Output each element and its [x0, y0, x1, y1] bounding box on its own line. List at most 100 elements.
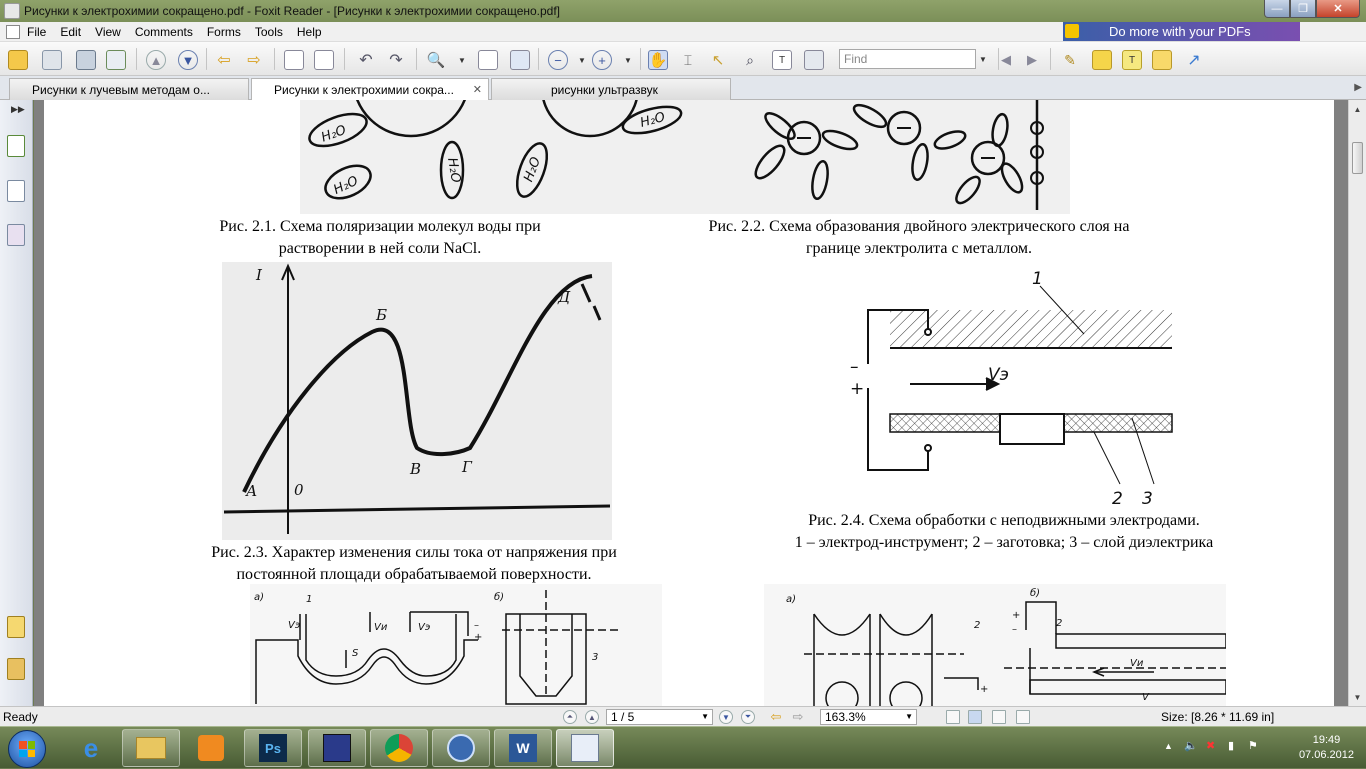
back-arrow-icon[interactable]: ⇦ — [214, 50, 234, 70]
layers-icon[interactable] — [7, 224, 25, 246]
document-viewport[interactable]: H₂O H₂O H₂O H₂O H₂O Рис. 2.1. Схема поля… — [34, 100, 1348, 706]
vertical-scrollbar[interactable]: ▲ ▼ — [1348, 100, 1366, 706]
pencil-icon[interactable]: ✎ — [1060, 50, 1080, 70]
point-b-label: Б — [375, 306, 387, 324]
menu-comments[interactable]: Comments — [128, 25, 200, 39]
menu-view[interactable]: View — [88, 25, 128, 39]
save-icon[interactable] — [42, 50, 62, 70]
next-page-icon[interactable]: ▼ — [719, 710, 733, 724]
foxit-reader-icon[interactable] — [556, 729, 614, 767]
zoom-dropdown-icon[interactable]: ▼ — [452, 50, 472, 70]
attachments-icon[interactable] — [7, 658, 25, 680]
pointer-icon[interactable]: ↖ — [708, 50, 728, 70]
clock[interactable]: 19:49 07.06.2012 — [1299, 733, 1354, 763]
bookmarks-icon[interactable] — [7, 135, 25, 157]
zoom-dropdown-icon[interactable]: ▼ — [905, 710, 913, 724]
menu-tools[interactable]: Tools — [248, 25, 290, 39]
page-number-input[interactable]: 1 / 5 ▼ — [606, 709, 713, 725]
start-button[interactable] — [8, 730, 46, 768]
internet-explorer-icon[interactable]: e — [62, 729, 120, 767]
promo-banner[interactable]: Do more with your PDFs — [1063, 22, 1300, 41]
binoculars-icon[interactable]: ⌕ — [740, 50, 760, 70]
photoshop-icon[interactable]: Ps — [244, 729, 302, 767]
highlight-icon[interactable] — [1092, 50, 1112, 70]
last-page-icon[interactable]: ⏷ — [741, 710, 755, 724]
find-next-icon[interactable]: ▶ — [1022, 50, 1042, 70]
hand-tool-icon[interactable]: ✋ — [648, 50, 668, 70]
rotate-left-icon[interactable]: ↶ — [356, 50, 376, 70]
scroll-thumb[interactable] — [1352, 142, 1363, 174]
email-icon[interactable] — [106, 50, 126, 70]
app-icon-blue[interactable] — [432, 729, 490, 767]
zoom-in-icon[interactable]: + — [592, 50, 612, 70]
single-page-icon[interactable] — [946, 710, 960, 724]
subfigure-a-label: а) — [254, 592, 264, 603]
tab-document-2[interactable]: Рисунки к электрохимии сокра... ✕ — [251, 78, 489, 101]
previous-page-icon[interactable]: ▲ — [146, 50, 166, 70]
next-page-icon[interactable]: ▼ — [178, 50, 198, 70]
save-disk-icon[interactable] — [308, 729, 366, 767]
origin-label: 0 — [294, 481, 304, 499]
menu-edit[interactable]: Edit — [53, 25, 88, 39]
comments-panel-icon[interactable] — [7, 616, 25, 638]
media-player-icon[interactable] — [182, 729, 240, 767]
text-box-icon[interactable]: T — [1122, 50, 1142, 70]
forward-arrow-icon[interactable]: ⇨ — [244, 50, 264, 70]
document-menu-icon[interactable] — [6, 24, 20, 39]
word-icon[interactable]: W — [494, 729, 552, 767]
fit-page-icon[interactable] — [478, 50, 498, 70]
forward-view-icon[interactable]: ⇨ — [791, 709, 805, 724]
page-layout-icon[interactable] — [284, 50, 304, 70]
action-center-icon[interactable]: ⚑ — [1248, 739, 1258, 752]
subfigure-a-label: а) — [786, 594, 796, 605]
close-button[interactable]: ✕ — [1316, 0, 1360, 18]
chrome-icon[interactable] — [370, 729, 428, 767]
zoom-out-dropdown-icon[interactable]: ▼ — [572, 50, 592, 70]
explorer-icon[interactable] — [122, 729, 180, 767]
find-previous-icon[interactable]: ◀ — [996, 50, 1016, 70]
previous-page-icon[interactable]: ▲ — [585, 710, 599, 724]
back-view-icon[interactable]: ⇦ — [769, 709, 783, 724]
find-dropdown-icon[interactable]: ▼ — [976, 49, 990, 69]
caption-figure-2-3: Рис. 2.3. Характер изменения силы тока о… — [211, 544, 617, 583]
scroll-down-icon[interactable]: ▼ — [1351, 690, 1364, 704]
fit-width-icon[interactable] — [510, 50, 530, 70]
typewriter-icon[interactable]: T — [772, 50, 792, 70]
select-text-icon[interactable]: ⌶ — [678, 50, 698, 70]
zoom-tool-icon[interactable]: 🔍 — [426, 50, 446, 70]
menu-help[interactable]: Help — [290, 25, 329, 39]
arrow-tool-icon[interactable]: ↗ — [1184, 50, 1204, 70]
zoom-in-dropdown-icon[interactable]: ▼ — [618, 50, 638, 70]
tab-close-icon[interactable]: ✕ — [473, 83, 482, 96]
expand-panel-icon[interactable]: ▶▶ — [11, 104, 25, 115]
maximize-button[interactable]: ❐ — [1290, 0, 1316, 18]
network-icon[interactable]: ✖ — [1206, 739, 1215, 752]
page-dropdown-icon[interactable]: ▼ — [701, 710, 709, 724]
print-icon[interactable] — [76, 50, 96, 70]
volume-icon[interactable]: 🔈 — [1184, 739, 1198, 752]
continuous-facing-icon[interactable] — [1016, 710, 1030, 724]
continuous-icon[interactable] — [968, 710, 982, 724]
menu-forms[interactable]: Forms — [200, 25, 248, 39]
scroll-up-icon[interactable]: ▲ — [1351, 102, 1364, 116]
facing-icon[interactable] — [992, 710, 1006, 724]
show-hidden-icons-icon[interactable]: ▲ — [1164, 741, 1173, 751]
snapshot-icon[interactable] — [804, 50, 824, 70]
tab-document-3[interactable]: рисунки ультразвук — [491, 78, 731, 100]
menu-file[interactable]: File — [20, 25, 53, 39]
open-folder-icon[interactable] — [8, 50, 28, 70]
app-icon[interactable] — [4, 3, 20, 19]
zoom-out-icon[interactable]: − — [548, 50, 568, 70]
battery-icon[interactable]: ▮ — [1228, 739, 1234, 752]
rotate-right-icon[interactable]: ↷ — [386, 50, 406, 70]
page-view-icon[interactable] — [314, 50, 334, 70]
caption-figure-2-1: Рис. 2.1. Схема поляризации молекул воды… — [219, 218, 541, 257]
find-input[interactable]: Find — [839, 49, 976, 69]
tab-scroll-icon[interactable]: ▶ — [1354, 82, 1362, 93]
tab-document-1[interactable]: Рисунки к лучевым методам о... — [9, 78, 249, 100]
note-icon[interactable] — [1152, 50, 1172, 70]
pages-icon[interactable] — [7, 180, 25, 202]
first-page-icon[interactable]: ⏶ — [563, 710, 577, 724]
zoom-level-input[interactable]: 163.3% ▼ — [820, 709, 917, 725]
minimize-button[interactable]: — — [1264, 0, 1290, 18]
